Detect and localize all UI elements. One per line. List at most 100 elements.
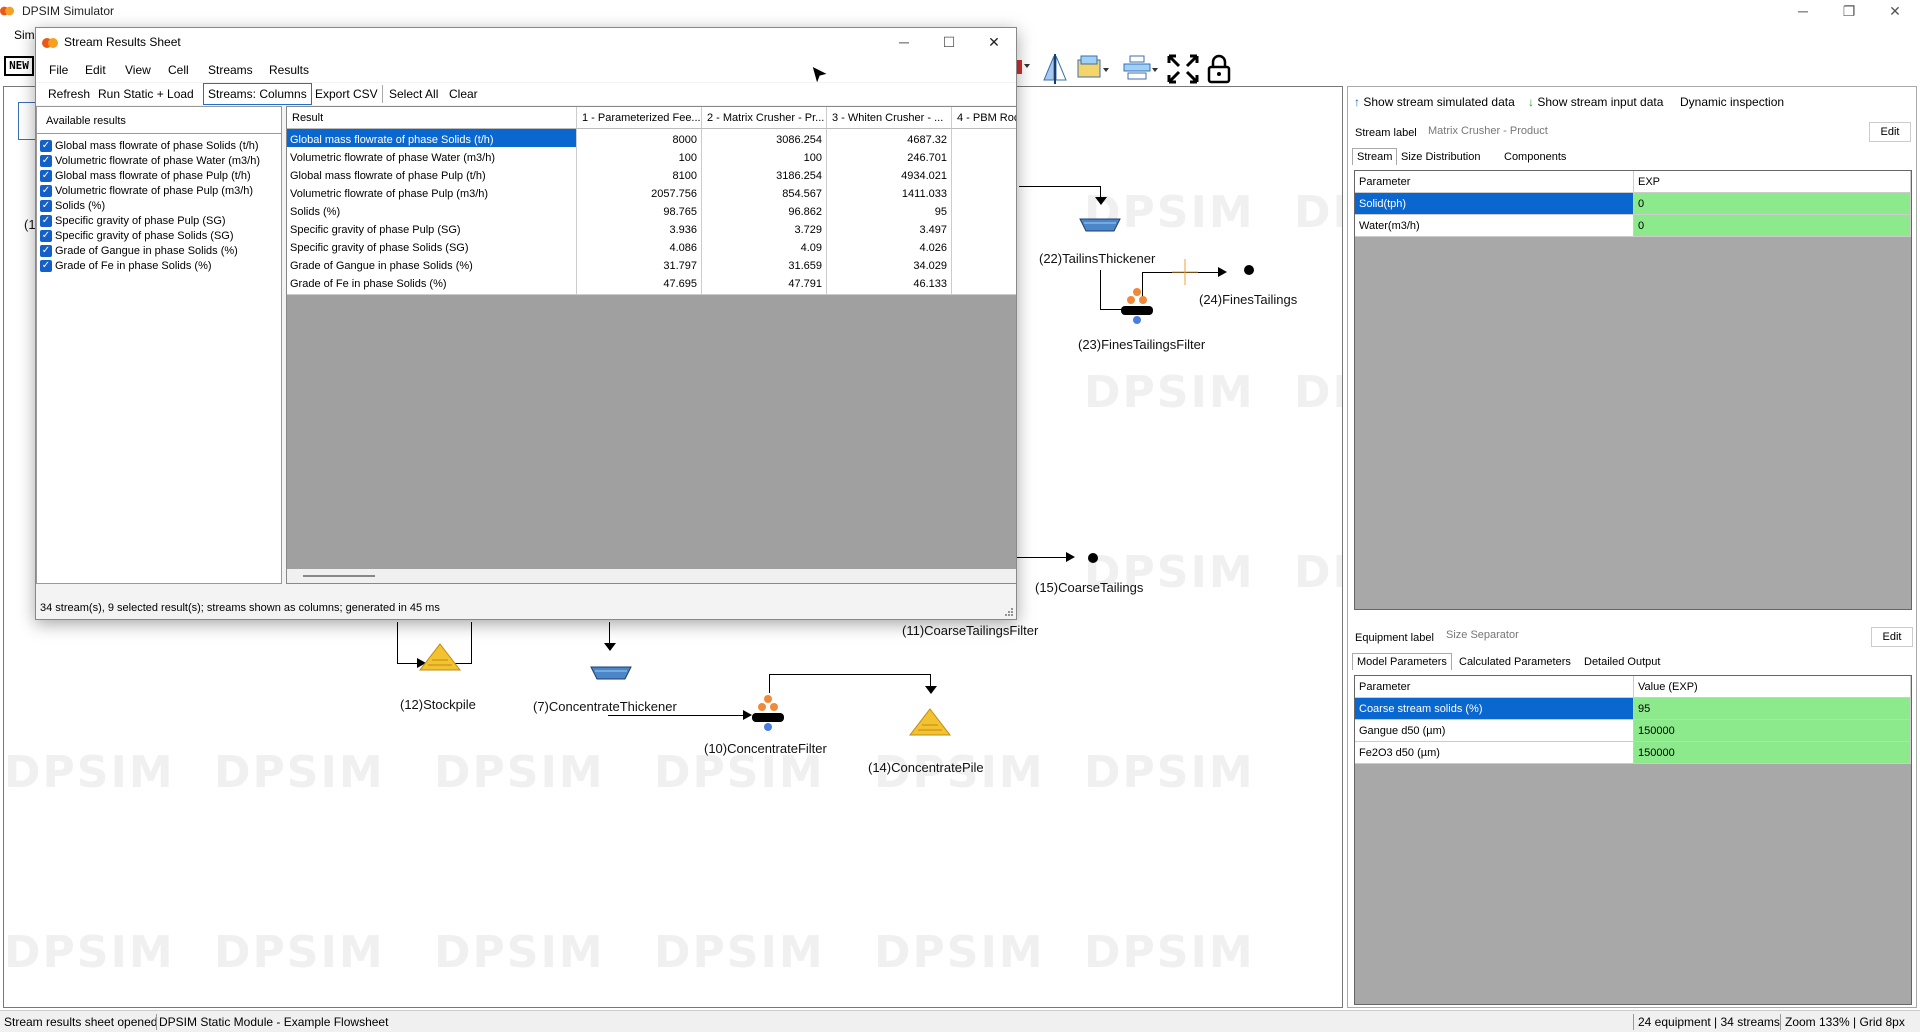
result-value-cell[interactable]: 47.791 <box>702 273 827 295</box>
dialog-titlebar[interactable]: Stream Results Sheet ─ ☐ ✕ <box>36 28 1016 58</box>
parameter-value[interactable]: 0 <box>1634 193 1911 215</box>
available-results-list[interactable]: ✓ Global mass flowrate of phase Solids (t… <box>37 133 281 583</box>
parameter-name[interactable]: Water(m3/h) <box>1355 215 1634 237</box>
menu-streams[interactable]: Streams <box>208 63 253 77</box>
horizontal-scrollbar[interactable] <box>287 569 1016 583</box>
tab-stream[interactable]: Stream <box>1352 148 1398 165</box>
results-grid[interactable]: Result 1 - Parameterized Fee... 2 - Matr… <box>286 106 1017 584</box>
menu-simulation[interactable]: Sim <box>14 28 35 42</box>
parameter-value[interactable]: 0 <box>1634 215 1911 237</box>
result-value-cell[interactable]: 47.695 <box>577 273 702 295</box>
result-value-cell[interactable] <box>952 273 1016 295</box>
export-csv-button[interactable]: Export CSV <box>312 86 381 102</box>
stream-results-dialog[interactable]: Stream Results Sheet ─ ☐ ✕ File Edit Vie… <box>35 27 1017 620</box>
node-tailings-thickener[interactable]: (22)TailinsThickener <box>1039 251 1155 266</box>
result-checkbox-item[interactable]: ✓ Specific gravity of phase Pulp (SG) <box>40 215 226 230</box>
checkbox-checked-icon[interactable]: ✓ <box>40 260 52 273</box>
column-header-result[interactable]: Result <box>287 107 577 129</box>
stockpile-icon[interactable] <box>418 642 462 672</box>
parameter-value[interactable]: 95 <box>1634 698 1911 720</box>
close-icon[interactable]: ✕ <box>1872 0 1918 24</box>
thickener-icon[interactable] <box>1078 217 1122 233</box>
parameter-name[interactable]: Fe2O3 d50 (µm) <box>1355 742 1634 764</box>
checkbox-checked-icon[interactable]: ✓ <box>40 215 52 228</box>
result-checkbox-item[interactable]: ✓ Grade of Fe in phase Solids (%) <box>40 260 212 275</box>
result-checkbox-item[interactable]: ✓ Specific gravity of phase Solids (SG) <box>40 230 234 245</box>
node-stockpile[interactable]: (12)Stockpile <box>400 697 476 712</box>
edit-stream-button[interactable]: Edit <box>1869 122 1911 142</box>
tab-detailed-output[interactable]: Detailed Output <box>1580 654 1664 670</box>
node-concentrate-pile[interactable]: (14)ConcentratePile <box>868 760 984 775</box>
result-name-cell[interactable]: Grade of Fe in phase Solids (%) <box>287 273 577 295</box>
menu-file[interactable]: File <box>49 63 68 77</box>
menu-view[interactable]: View <box>125 63 151 77</box>
result-value-cell[interactable]: 46.133 <box>827 273 952 295</box>
column-header-stream[interactable]: 1 - Parameterized Fee... <box>577 107 702 129</box>
menu-cell[interactable]: Cell <box>168 63 189 77</box>
run-static-load-button[interactable]: Run Static + Load <box>95 86 197 102</box>
tab-calculated-parameters[interactable]: Calculated Parameters <box>1455 654 1575 670</box>
result-checkbox-item[interactable]: ✓ Global mass flowrate of phase Solids (t… <box>40 140 259 155</box>
result-checkbox-item[interactable]: ✓ Grade of Gangue in phase Solids (%) <box>40 245 238 260</box>
result-checkbox-item[interactable]: ✓ Global mass flowrate of phase Pulp (t/h… <box>40 170 251 185</box>
menu-edit[interactable]: Edit <box>85 63 106 77</box>
resize-grip-icon[interactable] <box>1004 607 1014 617</box>
terminal-node-icon[interactable] <box>1242 263 1256 277</box>
select-all-button[interactable]: Select All <box>386 86 441 102</box>
result-checkbox-item[interactable]: ✓ Volumetric flowrate of phase Pulp (m3/h… <box>40 185 253 200</box>
stream-parameter-grid[interactable]: Parameter EXP Solid(tph) 0 Water(m3/h) 0 <box>1354 170 1912 610</box>
column-header-stream[interactable]: 2 - Matrix Crusher - Pr... <box>702 107 827 129</box>
checkbox-checked-icon[interactable]: ✓ <box>40 230 52 243</box>
streams-columns-toggle[interactable]: Streams: Columns <box>203 83 312 105</box>
thickener-icon[interactable] <box>589 665 633 681</box>
result-checkbox-item[interactable]: ✓ Volumetric flowrate of phase Water (m3/… <box>40 155 260 170</box>
node-coarse-tailings-filter[interactable]: (11)CoarseTailingsFilter <box>902 623 1038 638</box>
filter-icon[interactable] <box>1118 287 1156 325</box>
node-fines-tailings[interactable]: (24)FinesTailings <box>1199 292 1297 307</box>
node-concentrate-filter[interactable]: (10)ConcentrateFilter <box>704 741 827 756</box>
column-header-stream[interactable]: 4 - PBM Roc <box>952 107 1016 129</box>
show-input-link[interactable]: ↓ Show stream input data <box>1528 95 1663 109</box>
minimize-icon[interactable]: ─ <box>881 31 927 55</box>
dynamic-inspection-link[interactable]: Dynamic inspection <box>1680 95 1784 109</box>
checkbox-checked-icon[interactable]: ✓ <box>40 200 52 213</box>
restore-icon[interactable]: ❐ <box>1826 0 1872 24</box>
checkbox-checked-icon[interactable]: ✓ <box>40 155 52 168</box>
scrollbar-thumb[interactable] <box>303 575 375 577</box>
edit-equipment-button[interactable]: Edit <box>1871 627 1913 647</box>
refresh-button[interactable]: Refresh <box>45 86 93 102</box>
parameter-value[interactable]: 150000 <box>1634 720 1911 742</box>
clear-button[interactable]: Clear <box>446 86 481 102</box>
fit-screen-icon[interactable] <box>1167 54 1199 84</box>
lock-icon[interactable] <box>1207 54 1231 84</box>
menu-results[interactable]: Results <box>269 63 309 77</box>
parameter-name[interactable]: Solid(tph) <box>1355 193 1634 215</box>
tab-size-distribution[interactable]: Size Distribution <box>1397 149 1484 165</box>
column-header-stream[interactable]: 3 - Whiten Crusher - ... <box>827 107 952 129</box>
tab-model-parameters[interactable]: Model Parameters <box>1352 653 1452 670</box>
checkbox-checked-icon[interactable]: ✓ <box>40 140 52 153</box>
parameter-name[interactable]: Gangue d50 (µm) <box>1355 720 1634 742</box>
stockpile-icon[interactable] <box>908 707 952 737</box>
parameter-name[interactable]: Coarse stream solids (%) <box>1355 698 1634 720</box>
terminal-node-icon[interactable] <box>1086 551 1100 565</box>
minimize-icon[interactable]: ─ <box>1780 0 1826 24</box>
maximize-icon[interactable]: ☐ <box>926 31 972 55</box>
parameter-value[interactable]: 150000 <box>1634 742 1911 764</box>
show-simulated-link[interactable]: ↑ Show stream simulated data <box>1354 95 1515 109</box>
result-checkbox-item[interactable]: ✓ Solids (%) <box>40 200 105 215</box>
checkbox-checked-icon[interactable]: ✓ <box>40 245 52 258</box>
node-fines-tailings-filter[interactable]: (23)FinesTailingsFilter <box>1078 337 1205 352</box>
split-tool-icon[interactable] <box>1040 54 1070 84</box>
tab-components[interactable]: Components <box>1500 149 1570 165</box>
new-button[interactable]: NEW <box>4 56 34 76</box>
filter-icon[interactable] <box>749 694 787 732</box>
folder-tool-icon[interactable] <box>1077 54 1109 80</box>
close-icon[interactable]: ✕ <box>971 31 1017 55</box>
node-concentrate-thickener[interactable]: (7)ConcentrateThickener <box>533 699 677 714</box>
equipment-parameter-grid[interactable]: Parameter Value (EXP) Coarse stream soli… <box>1354 675 1912 1005</box>
align-tool-icon[interactable] <box>1122 54 1158 82</box>
checkbox-checked-icon[interactable]: ✓ <box>40 185 52 198</box>
node-coarse-tailings[interactable]: (15)CoarseTailings <box>1035 580 1143 595</box>
checkbox-checked-icon[interactable]: ✓ <box>40 170 52 183</box>
